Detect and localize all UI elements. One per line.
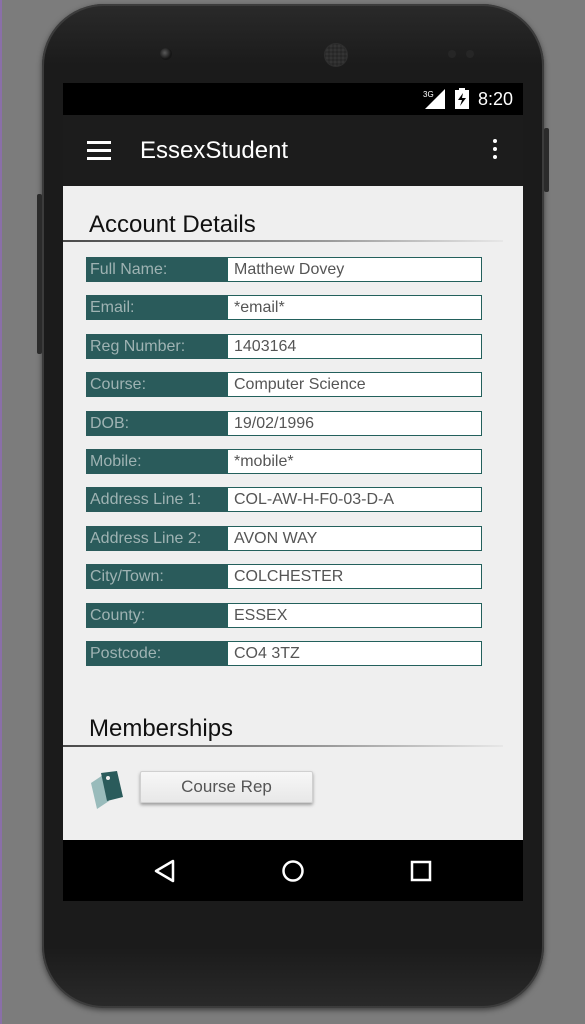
field-row-city-town: City/Town: — [86, 564, 482, 589]
reg-number-field[interactable] — [227, 334, 482, 359]
field-row-county: County: — [86, 603, 482, 628]
full-name-field[interactable] — [227, 257, 482, 282]
field-label: Full Name: — [86, 257, 227, 282]
power-button — [544, 128, 549, 192]
phone-screen: 3G 8:20 EssexStudent Account Details Ful… — [63, 83, 523, 901]
field-row-address-line-2: Address Line 2: — [86, 526, 482, 551]
recents-icon[interactable] — [406, 856, 436, 886]
field-row-full-name: Full Name: — [86, 257, 482, 282]
county-field[interactable] — [227, 603, 482, 628]
field-row-course: Course: — [86, 372, 482, 397]
course-rep-button[interactable]: Course Rep — [140, 771, 313, 803]
app-bar: EssexStudent — [63, 115, 523, 186]
field-row-dob: DOB: — [86, 411, 482, 436]
field-label: Email: — [86, 295, 227, 320]
memberships-title: Memberships — [89, 715, 234, 742]
status-bar: 3G 8:20 — [63, 83, 523, 115]
address-line-1-field[interactable] — [227, 487, 482, 512]
field-label: Address Line 1: — [86, 487, 227, 512]
svg-text:3G: 3G — [423, 90, 434, 99]
field-row-email: Email: — [86, 295, 482, 320]
section-divider — [63, 240, 503, 242]
proximity-sensor — [448, 50, 456, 58]
field-label: Postcode: — [86, 641, 227, 666]
field-row-address-line-1: Address Line 1: — [86, 487, 482, 512]
field-label: DOB: — [86, 411, 227, 436]
field-label: Course: — [86, 372, 227, 397]
field-label: County: — [86, 603, 227, 628]
app-title: EssexStudent — [140, 137, 289, 164]
email-field[interactable] — [227, 295, 482, 320]
home-icon[interactable] — [278, 856, 308, 886]
status-time: 8:20 — [477, 89, 513, 109]
volume-button — [37, 194, 42, 354]
postcode-field[interactable] — [227, 641, 482, 666]
field-row-postcode: Postcode: — [86, 641, 482, 666]
field-label: City/Town: — [86, 564, 227, 589]
hamburger-menu-icon[interactable] — [87, 141, 111, 160]
back-icon[interactable] — [151, 856, 181, 886]
navigation-bar — [63, 840, 523, 901]
earpiece-speaker — [324, 43, 348, 67]
city-town-field[interactable] — [227, 564, 482, 589]
signal-3g-icon: 3G — [423, 89, 445, 109]
field-label: Address Line 2: — [86, 526, 227, 551]
field-label: Reg Number: — [86, 334, 227, 359]
course-field[interactable] — [227, 372, 482, 397]
light-sensor — [466, 50, 474, 58]
window-edge — [0, 0, 2, 1024]
dob-field[interactable] — [227, 411, 482, 436]
section-divider — [63, 745, 503, 747]
account-details-title: Account Details — [89, 211, 256, 238]
overflow-menu-icon[interactable] — [491, 139, 499, 163]
address-line-2-field[interactable] — [227, 526, 482, 551]
field-label: Mobile: — [86, 449, 227, 474]
field-row-mobile: Mobile: — [86, 449, 482, 474]
field-row-reg-number: Reg Number: — [86, 334, 482, 359]
battery-charging-icon — [455, 88, 469, 109]
tag-icon — [91, 771, 123, 809]
front-camera — [160, 48, 172, 60]
mobile-field[interactable] — [227, 449, 482, 474]
